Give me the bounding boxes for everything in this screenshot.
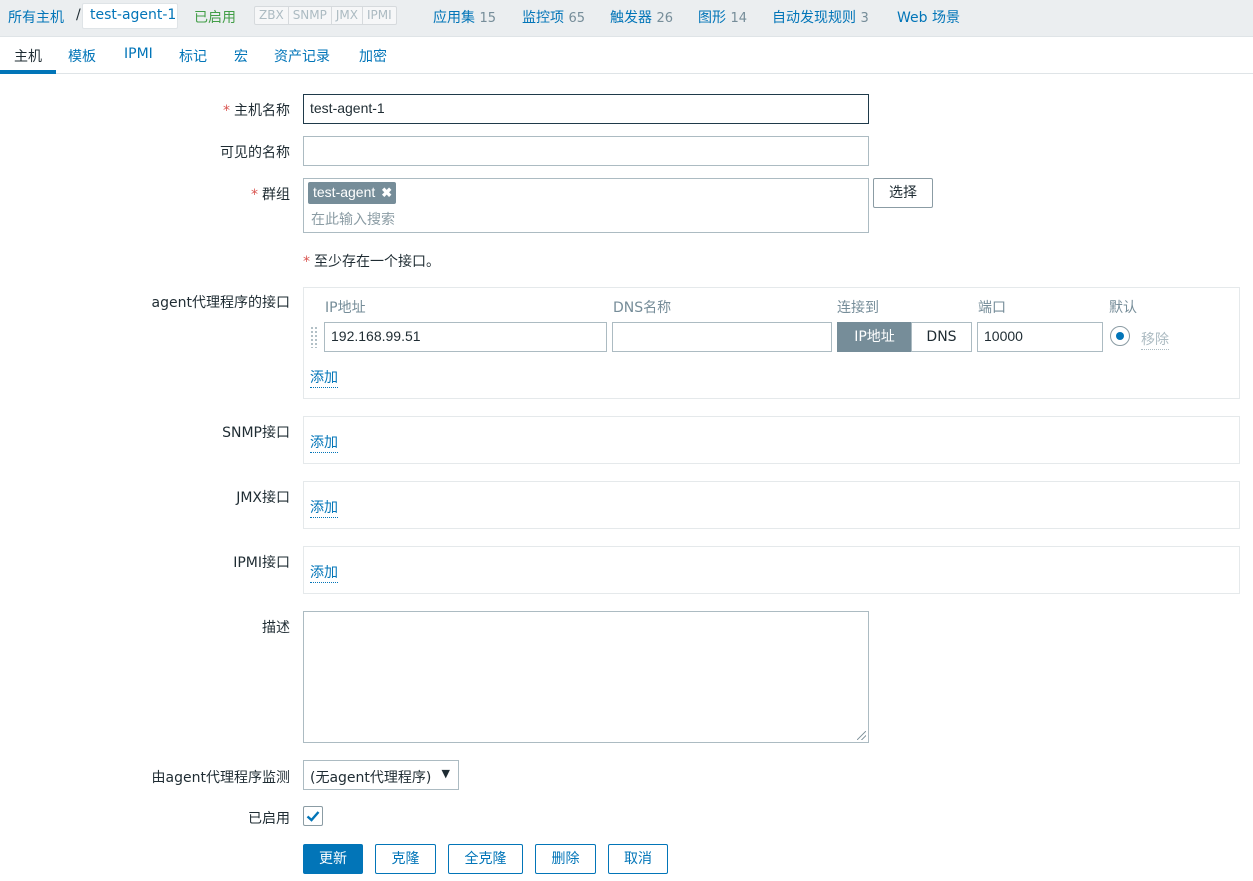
groups-label: * 群组 [251, 184, 290, 204]
host-name-label-text: 主机名称 [234, 103, 290, 119]
dropdown-arrow-icon: ▼ [441, 767, 450, 780]
col-dns: DNS名称 [613, 300, 672, 316]
link-web-scenarios[interactable]: Web 场景 [897, 7, 960, 27]
link-discovery-count: 3 [860, 11, 869, 26]
groups-multiselect[interactable]: test-agent ✖ 在此输入搜索 [303, 178, 869, 233]
default-interface-radio[interactable] [1110, 326, 1130, 346]
enabled-label: 已启用 [248, 811, 290, 827]
snmp-interfaces-box: 添加 [303, 416, 1240, 464]
required-marker: * [303, 254, 310, 270]
cancel-button[interactable]: 取消 [608, 844, 668, 874]
link-triggers-count: 26 [656, 11, 673, 26]
jmx-interfaces-label: JMX接口 [236, 490, 290, 506]
ipmi-interfaces-label: IPMI接口 [233, 555, 290, 571]
availability-zbx: ZBX [255, 7, 289, 24]
add-snmp-interface-link[interactable]: 添加 [310, 432, 338, 453]
link-applications[interactable]: 应用集 15 [433, 7, 496, 27]
add-jmx-interface-link[interactable]: 添加 [310, 497, 338, 518]
snmp-interfaces-label: SNMP接口 [222, 425, 290, 441]
add-ipmi-interface-link[interactable]: 添加 [310, 562, 338, 583]
host-header-bar: 所有主机 / test-agent-1 已启用 ZBX SNMP JMX IPM… [0, 0, 1253, 37]
link-applications-count: 15 [479, 11, 496, 26]
tab-inventory[interactable]: 资产记录 [274, 46, 330, 66]
link-discovery-rules[interactable]: 自动发现规则 3 [772, 7, 869, 27]
proxy-selected-value: (无agent代理程序) [310, 770, 432, 786]
link-graphs[interactable]: 图形 14 [698, 7, 747, 27]
link-triggers-label: 触发器 [610, 10, 652, 26]
breadcrumb-current-host[interactable]: test-agent-1 [82, 3, 178, 29]
host-tabs: 主机 模板 IPMI 标记 宏 资产记录 加密 [0, 37, 1253, 74]
groups-label-text: 群组 [262, 187, 290, 203]
col-ip: IP地址 [325, 300, 366, 316]
remove-tag-icon[interactable]: ✖ [381, 185, 392, 200]
col-connect: 连接到 [837, 300, 879, 316]
description-textarea[interactable] [303, 611, 869, 743]
groups-search-input[interactable]: 在此输入搜索 [311, 209, 395, 229]
checkmark-icon [306, 811, 320, 822]
description-label: 描述 [262, 620, 290, 636]
delete-button[interactable]: 删除 [535, 844, 596, 874]
tab-ipmi[interactable]: IPMI [124, 46, 153, 62]
group-tag: test-agent ✖ [308, 182, 397, 204]
link-items-label: 监控项 [522, 10, 564, 26]
link-graphs-label: 图形 [698, 10, 726, 26]
active-tab-indicator [0, 70, 56, 74]
clone-button[interactable]: 克隆 [375, 844, 436, 874]
ipmi-interfaces-box: 添加 [303, 546, 1240, 594]
jmx-interfaces-box: 添加 [303, 481, 1240, 529]
availability-jmx: JMX [332, 7, 363, 24]
required-marker: * [223, 103, 230, 119]
enabled-checkbox[interactable] [303, 806, 323, 826]
proxy-select[interactable]: (无agent代理程序) ▼ [303, 760, 459, 790]
drag-handle-icon[interactable] [310, 326, 318, 348]
col-default: 默认 [1109, 300, 1137, 316]
proxy-label: 由agent代理程序监测 [151, 770, 290, 786]
agent-dns-input[interactable] [612, 322, 832, 352]
link-items[interactable]: 监控项 65 [522, 7, 585, 27]
tab-templates[interactable]: 模板 [68, 46, 96, 66]
tab-tags[interactable]: 标记 [179, 46, 207, 66]
link-items-count: 65 [568, 11, 585, 26]
resize-handle-icon[interactable] [857, 731, 866, 740]
link-triggers[interactable]: 触发器 26 [610, 7, 673, 27]
group-tag-label: test-agent [313, 184, 376, 200]
interface-note-text: 至少存在一个接口。 [314, 254, 440, 270]
availability-indicators: ZBX SNMP JMX IPMI [254, 6, 397, 25]
host-name-label: * 主机名称 [223, 100, 290, 120]
availability-ipmi: IPMI [367, 8, 392, 22]
breadcrumb-all-hosts[interactable]: 所有主机 [8, 7, 64, 27]
agent-ip-input[interactable]: 192.168.99.51 [324, 322, 607, 352]
visible-name-label: 可见的名称 [220, 145, 290, 161]
agent-interfaces-table: IP地址 DNS名称 连接到 端口 默认 192.168.99.51 IP地址 … [303, 287, 1240, 399]
col-port: 端口 [978, 300, 1006, 316]
add-agent-interface-link[interactable]: 添加 [310, 367, 338, 388]
breadcrumb-separator: / [76, 7, 81, 23]
required-marker: * [251, 187, 258, 203]
agent-interfaces-label: agent代理程序的接口 [151, 295, 290, 311]
update-button[interactable]: 更新 [303, 844, 363, 874]
agent-port-input[interactable]: 10000 [977, 322, 1103, 352]
full-clone-button[interactable]: 全克隆 [448, 844, 523, 874]
availability-snmp: SNMP [289, 7, 332, 24]
link-discovery-label: 自动发现规则 [772, 10, 856, 26]
tab-macros[interactable]: 宏 [234, 46, 248, 66]
visible-name-input[interactable] [303, 136, 869, 166]
host-name-input[interactable]: test-agent-1 [303, 94, 869, 124]
connect-ip-toggle[interactable]: IP地址 [837, 322, 912, 352]
remove-interface-link[interactable]: 移除 [1141, 329, 1169, 350]
link-applications-label: 应用集 [433, 10, 475, 26]
link-graphs-count: 14 [730, 11, 747, 26]
connect-dns-toggle[interactable]: DNS [911, 322, 972, 352]
tab-host[interactable]: 主机 [14, 46, 42, 66]
host-status-enabled[interactable]: 已启用 [194, 7, 236, 27]
tab-encryption[interactable]: 加密 [359, 46, 387, 66]
interface-required-note: * 至少存在一个接口。 [303, 251, 440, 271]
select-groups-button[interactable]: 选择 [873, 178, 933, 208]
